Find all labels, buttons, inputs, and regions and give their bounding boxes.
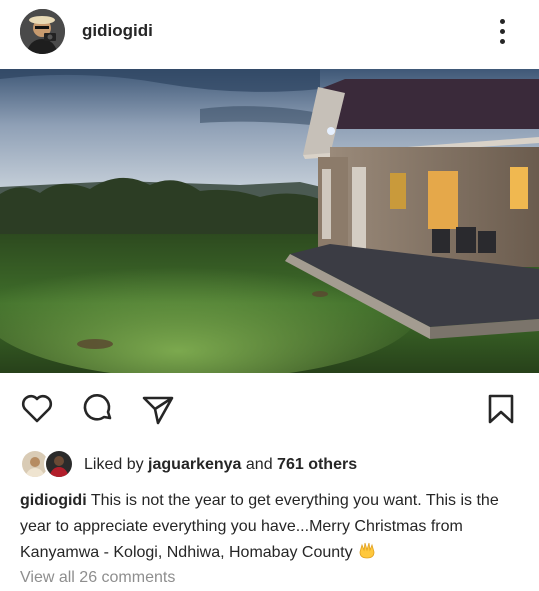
heart-icon <box>21 394 53 423</box>
caption-username[interactable]: gidiogidi <box>20 492 87 509</box>
liked-by-label: Liked by <box>84 456 144 473</box>
post-header: gidiogidi <box>0 0 539 66</box>
likes-connector: and <box>245 456 273 473</box>
comment-button[interactable] <box>80 391 116 427</box>
like-button[interactable] <box>19 391 55 427</box>
post-actions <box>0 385 539 433</box>
share-button[interactable] <box>140 391 176 427</box>
liker-avatar[interactable] <box>44 449 74 479</box>
paper-plane-icon <box>142 396 174 425</box>
post-caption: gidiogidi This is not the year to get ev… <box>20 488 525 569</box>
more-vertical-icon <box>500 19 505 24</box>
likes-summary: Liked by jaguarkenya and 761 others <box>20 449 520 481</box>
likes-count[interactable]: 761 others <box>277 456 357 473</box>
post-username[interactable]: gidiogidi <box>82 20 153 42</box>
save-button[interactable] <box>483 391 519 427</box>
post-photo[interactable] <box>0 69 539 373</box>
caption-text: This is not the year to get everything y… <box>20 492 499 561</box>
bookmark-icon <box>488 394 514 424</box>
more-dot <box>500 39 505 44</box>
liker-username[interactable]: jaguarkenya <box>148 456 241 473</box>
user-avatar[interactable] <box>20 9 65 54</box>
likes-text: Liked by jaguarkenya and 761 others <box>84 456 357 474</box>
comment-icon <box>83 394 112 421</box>
raised-hands-emoji <box>357 540 377 569</box>
view-all-comments-link[interactable]: View all 26 comments <box>20 568 175 588</box>
avatar-image <box>20 9 65 54</box>
liker-avatar-image <box>46 451 72 477</box>
house-evening-scene <box>0 69 539 373</box>
more-options-button[interactable] <box>490 14 516 48</box>
more-dot <box>500 29 505 34</box>
